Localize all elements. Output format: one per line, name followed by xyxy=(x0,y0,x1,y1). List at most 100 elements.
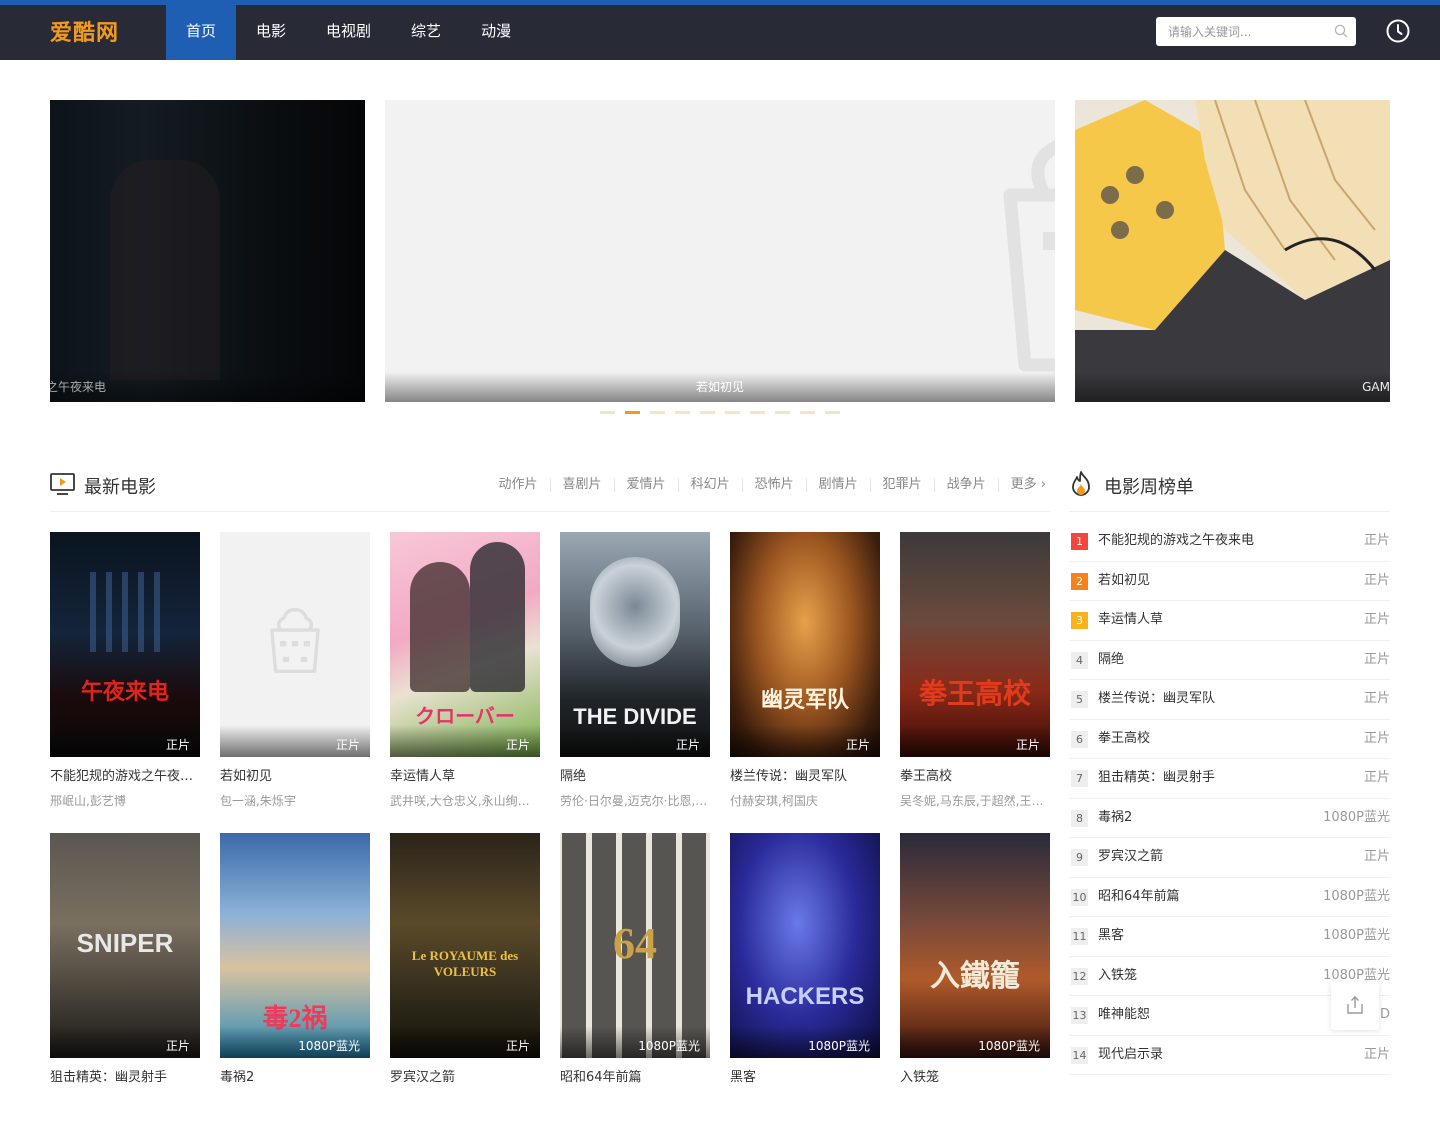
category-link-war[interactable]: 战争片 xyxy=(935,478,999,492)
movie-card[interactable]: 午夜来电 正片 不能犯规的游戏之午夜来电 邢岷山,彭艺博 xyxy=(50,532,200,833)
category-link-crime[interactable]: 犯罪片 xyxy=(871,478,935,492)
banner-dot[interactable] xyxy=(775,411,790,414)
banner-dot[interactable] xyxy=(700,411,715,414)
movie-poster[interactable]: クローバー 正片 xyxy=(390,532,540,757)
banner-dot-active[interactable] xyxy=(625,411,640,414)
movie-card[interactable]: 毒2祸 1080P蓝光 毒祸2 xyxy=(220,833,370,1134)
ranking-item[interactable]: 1 不能犯规的游戏之午夜来电 正片 xyxy=(1069,522,1390,562)
nav-item-tv[interactable]: 电视剧 xyxy=(306,5,391,60)
banner-dot[interactable] xyxy=(825,411,840,414)
movie-poster[interactable]: Le ROYAUME des VOLEURS 正片 xyxy=(390,833,540,1058)
movie-poster[interactable]: 64 1080P蓝光 xyxy=(560,833,710,1058)
rank-movie-name[interactable]: 黑客 xyxy=(1098,927,1124,945)
ranking-item[interactable]: 2 若如初见 正片 xyxy=(1069,562,1390,601)
category-link-comedy[interactable]: 喜剧片 xyxy=(551,478,615,492)
category-link-more[interactable]: 更多 › xyxy=(999,478,1046,492)
movie-card[interactable]: SNIPER 正片 狙击精英：幽灵射手 xyxy=(50,833,200,1134)
banner-dot[interactable] xyxy=(750,411,765,414)
movie-title[interactable]: 幸运情人草 xyxy=(390,768,540,786)
movie-poster[interactable]: THE DIVIDE 正片 xyxy=(560,532,710,757)
rank-number: 6 xyxy=(1071,730,1088,748)
movie-poster[interactable]: HACKERS 1080P蓝光 xyxy=(730,833,880,1058)
banner-slide-active[interactable]: 若如初见 xyxy=(385,100,1055,402)
movie-card[interactable]: Le ROYAUME des VOLEURS 正片 罗宾汉之箭 xyxy=(390,833,540,1134)
rank-movie-name[interactable]: 狙击精英：幽灵射手 xyxy=(1098,769,1215,787)
ranking-item[interactable]: 6 拳王高校 正片 xyxy=(1069,720,1390,759)
rank-movie-name[interactable]: 唯神能恕 xyxy=(1098,1006,1150,1024)
banner-dot[interactable] xyxy=(650,411,665,414)
movie-card[interactable]: 64 1080P蓝光 昭和64年前篇 xyxy=(560,833,710,1134)
search-input[interactable] xyxy=(1156,17,1356,46)
nav-item-anime[interactable]: 动漫 xyxy=(461,5,531,60)
share-button[interactable] xyxy=(1331,982,1379,1030)
history-clock-icon[interactable] xyxy=(1385,18,1411,44)
category-link-romance[interactable]: 爱情片 xyxy=(615,478,679,492)
ranking-item[interactable]: 4 隔绝 正片 xyxy=(1069,641,1390,680)
movie-card[interactable]: クローバー 正片 幸运情人草 武井咲,大仓忠义,永山绚斗,夏帆 xyxy=(390,532,540,833)
banner-slide-prev[interactable]: 之午夜来电 xyxy=(50,100,365,402)
ranking-item[interactable]: 7 狙击精英：幽灵射手 正片 xyxy=(1069,759,1390,799)
movie-poster[interactable]: SNIPER 正片 xyxy=(50,833,200,1058)
nav-item-movies[interactable]: 电影 xyxy=(236,5,306,60)
movie-title[interactable]: 若如初见 xyxy=(220,768,370,786)
ranking-item[interactable]: 5 楼兰传说：幽灵军队 正片 xyxy=(1069,680,1390,720)
movie-card[interactable]: 幽灵军队 正片 楼兰传说：幽灵军队 付赫安琪,柯国庆 xyxy=(730,532,880,833)
poster-helmet xyxy=(590,557,680,667)
rank-movie-name[interactable]: 昭和64年前篇 xyxy=(1098,888,1180,906)
ranking-item[interactable]: 10 昭和64年前篇 1080P蓝光 xyxy=(1069,878,1390,917)
banner-dot[interactable] xyxy=(600,411,615,414)
rank-movie-name[interactable]: 隔绝 xyxy=(1098,651,1124,669)
movie-title[interactable]: 昭和64年前篇 xyxy=(560,1069,710,1087)
rank-movie-name[interactable]: 入铁笼 xyxy=(1098,967,1137,985)
poster-title-art: 午夜来电 xyxy=(80,679,169,704)
movie-title[interactable]: 狙击精英：幽灵射手 xyxy=(50,1069,200,1087)
ranking-item[interactable]: 8 毒祸2 1080P蓝光 xyxy=(1069,799,1390,838)
movie-title[interactable]: 楼兰传说：幽灵军队 xyxy=(730,768,880,786)
movie-title[interactable]: 不能犯规的游戏之午夜来电 xyxy=(50,768,200,786)
rank-movie-name[interactable]: 罗宾汉之箭 xyxy=(1098,848,1163,866)
rank-movie-name[interactable]: 若如初见 xyxy=(1098,572,1150,590)
ranking-item[interactable]: 9 罗宾汉之箭 正片 xyxy=(1069,838,1390,878)
movie-title[interactable]: 拳王高校 xyxy=(900,768,1050,786)
category-link-scifi[interactable]: 科幻片 xyxy=(679,478,743,492)
banner-dot[interactable] xyxy=(725,411,740,414)
rank-quality-tag: D xyxy=(1379,1007,1390,1022)
ranking-item[interactable]: 14 现代启示录 正片 xyxy=(1069,1036,1390,1075)
search-icon[interactable] xyxy=(1334,24,1348,38)
slide-artwork xyxy=(1075,100,1390,402)
movie-poster[interactable]: 幽灵军队 正片 xyxy=(730,532,880,757)
movie-card[interactable]: 拳王高校 正片 拳王高校 吴冬妮,马东辰,于超然,王一博 xyxy=(900,532,1050,833)
movie-poster[interactable]: 入鐵籠 1080P蓝光 xyxy=(900,833,1050,1058)
movie-poster[interactable]: 午夜来电 正片 xyxy=(50,532,200,757)
movie-card[interactable]: THE DIVIDE 正片 隔绝 劳伦·日尔曼,迈克尔·比恩,米洛 xyxy=(560,532,710,833)
ranking-item[interactable]: 11 黑客 1080P蓝光 xyxy=(1069,917,1390,957)
rank-movie-name[interactable]: 拳王高校 xyxy=(1098,730,1150,748)
search-box xyxy=(1156,17,1356,46)
movie-title[interactable]: 罗宾汉之箭 xyxy=(390,1069,540,1087)
banner-dot[interactable] xyxy=(800,411,815,414)
banner-slide-next[interactable]: GAM xyxy=(1075,100,1390,402)
ranking-item[interactable]: 3 幸运情人草 正片 xyxy=(1069,601,1390,641)
movie-card[interactable]: 正片 若如初见 包一涵,朱烁宇 xyxy=(220,532,370,833)
movie-title[interactable]: 黑客 xyxy=(730,1069,880,1087)
movie-card[interactable]: 入鐵籠 1080P蓝光 入铁笼 xyxy=(900,833,1050,1134)
rank-movie-name[interactable]: 幸运情人草 xyxy=(1098,611,1163,629)
movie-poster[interactable]: 拳王高校 正片 xyxy=(900,532,1050,757)
movie-title[interactable]: 入铁笼 xyxy=(900,1069,1050,1087)
rank-movie-name[interactable]: 现代启示录 xyxy=(1098,1046,1163,1064)
nav-item-home[interactable]: 首页 xyxy=(166,5,237,60)
movie-poster[interactable]: 毒2祸 1080P蓝光 xyxy=(220,833,370,1058)
rank-movie-name[interactable]: 楼兰传说：幽灵军队 xyxy=(1098,690,1215,708)
site-logo[interactable]: 爱酷网 xyxy=(50,15,119,47)
movie-title[interactable]: 毒祸2 xyxy=(220,1069,370,1087)
nav-item-variety[interactable]: 综艺 xyxy=(391,5,461,60)
category-link-action[interactable]: 动作片 xyxy=(487,478,551,492)
rank-movie-name[interactable]: 不能犯规的游戏之午夜来电 xyxy=(1098,532,1254,550)
category-link-drama[interactable]: 剧情片 xyxy=(807,478,871,492)
rank-movie-name[interactable]: 毒祸2 xyxy=(1098,809,1132,827)
banner-dot[interactable] xyxy=(675,411,690,414)
category-link-horror[interactable]: 恐怖片 xyxy=(743,478,807,492)
movie-card[interactable]: HACKERS 1080P蓝光 黑客 xyxy=(730,833,880,1134)
movie-title[interactable]: 隔绝 xyxy=(560,768,710,786)
movie-poster[interactable]: 正片 xyxy=(220,532,370,757)
